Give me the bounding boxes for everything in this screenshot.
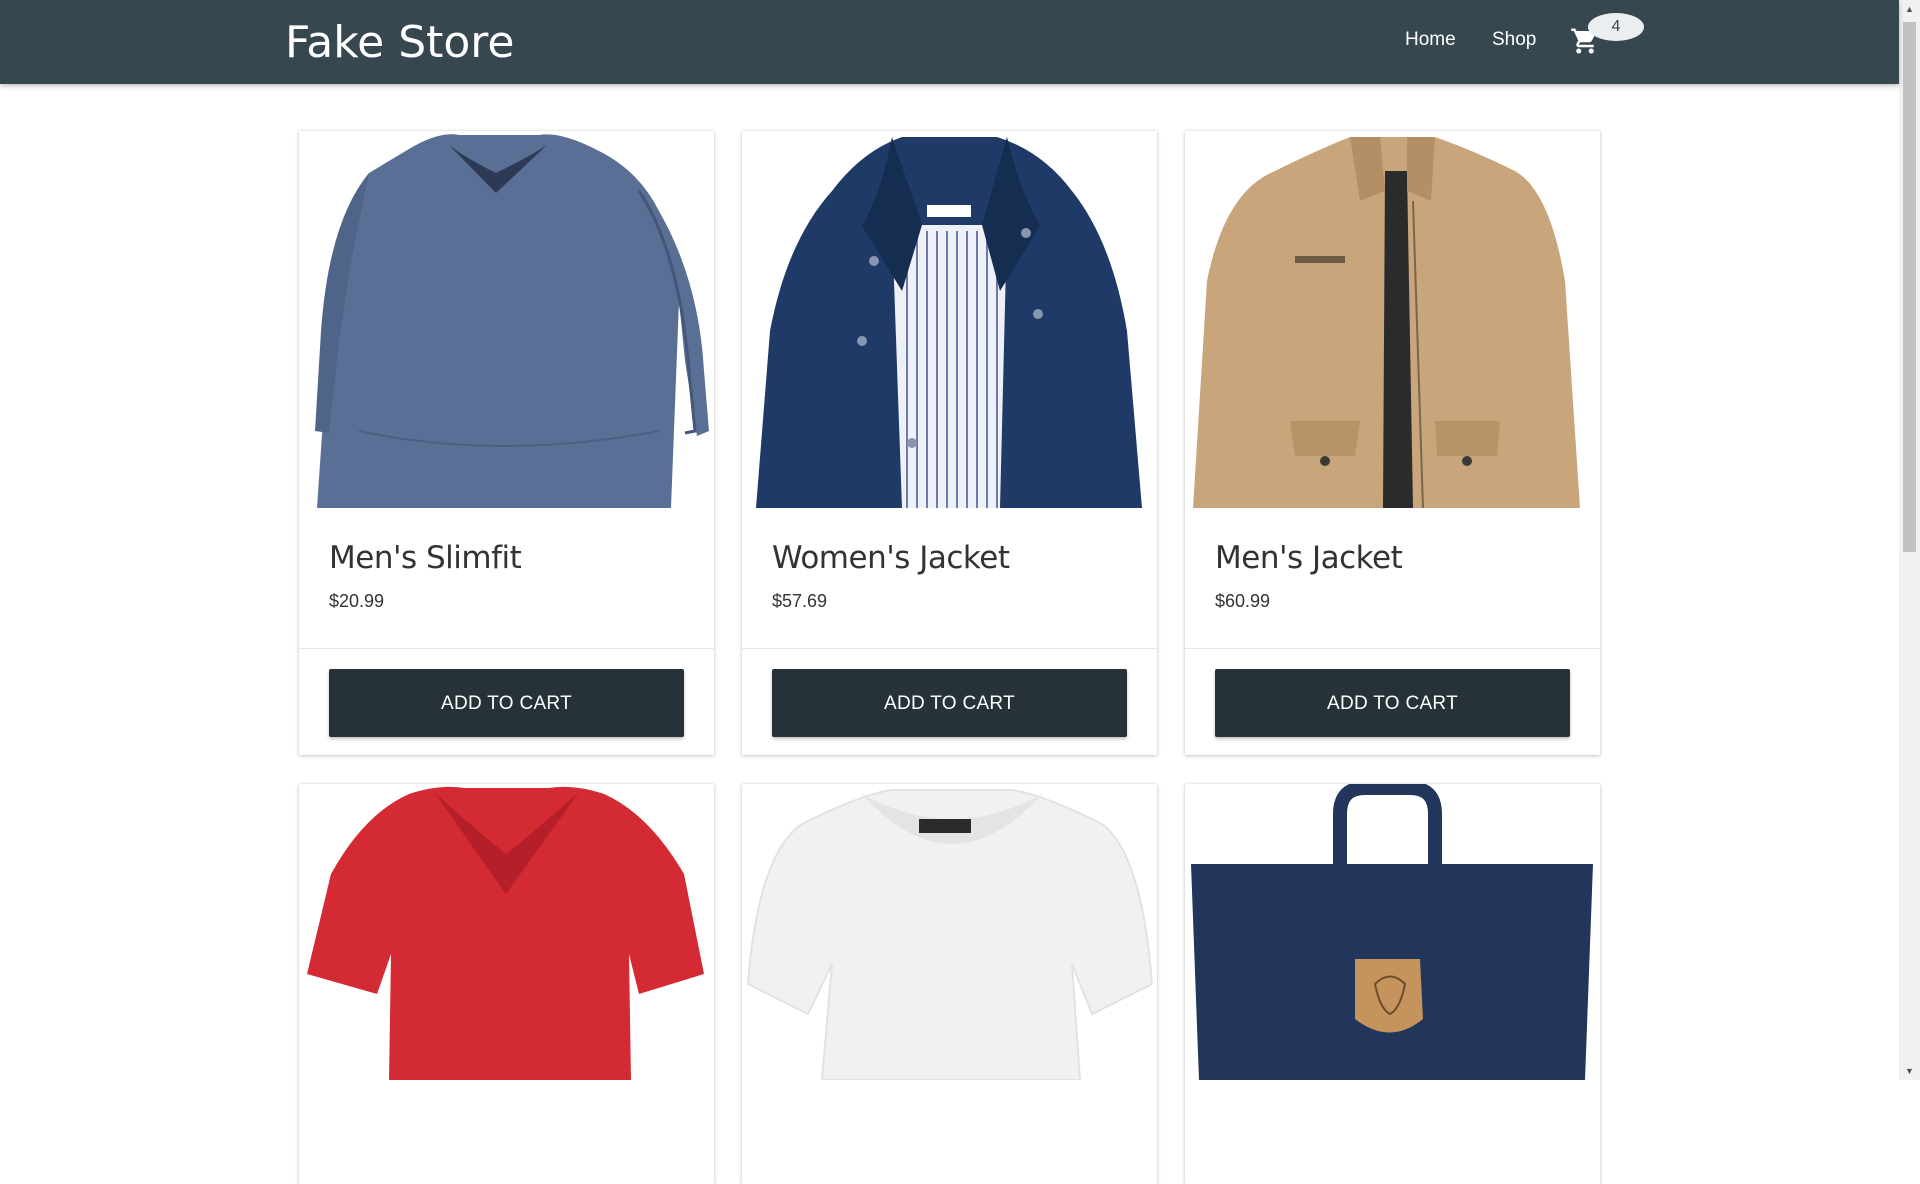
cart-count-badge: 4 [1588,13,1644,41]
add-to-cart-button[interactable]: ADD TO CART [1215,669,1570,737]
product-price: $60.99 [1215,591,1271,611]
product-image[interactable] [299,784,714,1080]
product-card: Men's Jacket $60.99 ADD TO CART [1185,131,1600,755]
nav-shop-link[interactable]: Shop [1492,28,1536,52]
add-to-cart-button[interactable]: ADD TO CART [772,669,1127,737]
product-image[interactable] [299,131,714,508]
product-card [299,784,714,1184]
page-scrollbar[interactable]: ▲ ▼ [1899,0,1920,1080]
product-card [742,784,1157,1184]
product-price: $57.69 [772,591,828,611]
product-card: Women's Jacket $57.69 ADD TO CART [742,131,1157,755]
product-image[interactable] [1185,131,1600,508]
add-to-cart-button[interactable]: ADD TO CART [329,669,684,737]
product-title[interactable]: Women's Jacket [772,538,1010,578]
product-card: Men's Slimfit $20.99 ADD TO CART [299,131,714,755]
scrollbar-thumb[interactable] [1903,22,1916,552]
scroll-down-icon[interactable]: ▼ [1903,1064,1916,1078]
scroll-up-icon[interactable]: ▲ [1903,2,1916,16]
product-title[interactable]: Men's Slimfit [329,538,522,578]
product-price: $20.99 [329,591,385,611]
product-image[interactable] [742,131,1157,508]
product-card [1185,784,1600,1184]
nav-home-link[interactable]: Home [1405,28,1456,52]
product-image[interactable] [1185,784,1600,1080]
card-divider [1185,648,1600,649]
top-navbar: Fake Store Home Shop 4 [0,0,1899,84]
card-divider [299,648,714,649]
card-divider [742,648,1157,649]
product-image[interactable] [742,784,1157,1080]
brand-logo[interactable]: Fake Store [285,15,515,71]
product-title[interactable]: Men's Jacket [1215,538,1403,578]
